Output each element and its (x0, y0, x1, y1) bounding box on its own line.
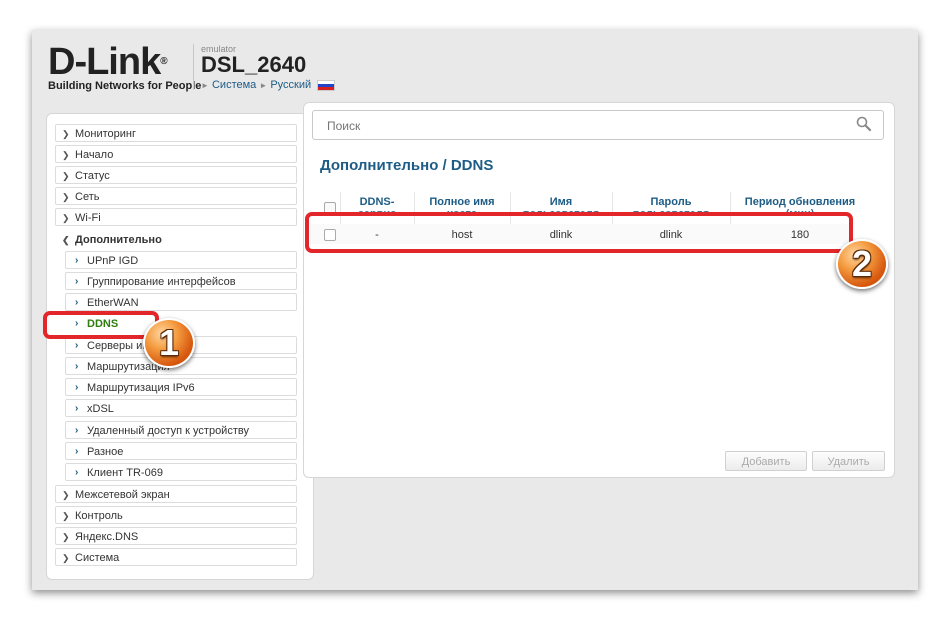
sidebar-item-advanced[interactable]: ❮ Дополнительно (55, 230, 297, 248)
sidebar-item-label: xDSL (87, 403, 114, 415)
sidebar-item-label: Мониторинг (75, 128, 137, 140)
highlight-ddns-menu (43, 311, 159, 339)
chevron-right-icon: › (75, 425, 79, 436)
sidebar-item-label: Система (75, 552, 120, 564)
language-link[interactable]: Русский (270, 79, 311, 91)
search-input[interactable] (325, 112, 829, 140)
collapse-icon: ❮ (62, 235, 70, 245)
sidebar-item-tr069[interactable]: › Клиент TR-069 (65, 463, 297, 481)
sidebar-item-system[interactable]: ❯ Система (55, 548, 297, 566)
sidebar-item-label: Начало (75, 149, 114, 161)
sidebar-item-status[interactable]: ❯ Статус (55, 166, 297, 184)
dlink-logo: D-Link® Building Networks for People (48, 41, 202, 92)
chevron-right-icon: › (75, 255, 79, 266)
sidebar-item-upnp[interactable]: › UPnP IGD (65, 251, 297, 269)
sidebar-item-label: Контроль (75, 510, 123, 522)
sidebar-item-label: Статус (75, 170, 110, 182)
sidebar-item-label: EtherWAN (87, 297, 139, 309)
sidebar-item-monitoring[interactable]: ❯ Мониторинг (55, 124, 297, 142)
expand-icon: ❯ (62, 553, 70, 563)
chevron-right-icon: › (75, 276, 79, 287)
russian-flag-icon[interactable] (317, 79, 336, 91)
add-button[interactable]: Добавить (725, 451, 807, 471)
sidebar-item-label: Межсетевой экран (75, 489, 170, 501)
sidebar-item-remote-access[interactable]: › Удаленный доступ к устройству (65, 421, 297, 439)
logo-tagline: Building Networks for People (48, 80, 202, 92)
sidebar-item-label: Wi-Fi (75, 212, 101, 224)
header-links: ► Система ► Русский (201, 79, 336, 91)
arrow-right-icon: ► (259, 81, 268, 90)
sidebar-item-label: Удаленный доступ к устройству (87, 425, 249, 437)
column-header-line1: DDNS- (359, 196, 395, 208)
highlight-ddns-row (305, 212, 853, 253)
column-header-line1: Имя (549, 196, 573, 208)
model-info: emulator DSL_2640 ► Система ► Русский (201, 44, 336, 91)
sidebar-item-control[interactable]: ❯ Контроль (55, 506, 297, 524)
column-header-line1: Пароль (650, 196, 692, 208)
expand-icon: ❯ (62, 129, 70, 139)
sidebar-item-label: Сеть (75, 191, 100, 203)
sidebar-item-xdsl[interactable]: › xDSL (65, 399, 297, 417)
step-badge-1: 1 (143, 318, 195, 368)
expand-icon: ❯ (62, 213, 70, 223)
expand-icon: ❯ (62, 490, 70, 500)
sidebar-item-label: Маршрутизация IPv6 (87, 382, 195, 394)
sidebar-item-etherwan[interactable]: › EtherWAN (65, 293, 297, 311)
expand-icon: ❯ (62, 192, 70, 202)
expand-icon: ❯ (62, 511, 70, 521)
expand-icon: ❯ (62, 532, 70, 542)
chevron-right-icon: › (75, 297, 79, 308)
sidebar-item-label: Группирование интерфейсов (87, 276, 236, 288)
search-icon[interactable] (855, 115, 873, 133)
sidebar-item-yandex-dns[interactable]: ❯ Яндекс.DNS (55, 527, 297, 545)
expand-icon: ❯ (62, 171, 70, 181)
chevron-right-icon: › (75, 382, 79, 393)
model-name: DSL_2640 (201, 52, 307, 77)
search-box (312, 110, 884, 140)
chevron-right-icon: › (75, 340, 79, 351)
sidebar-item-label: UPnP IGD (87, 255, 139, 267)
sidebar-item-network[interactable]: ❯ Сеть (55, 187, 297, 205)
system-link[interactable]: Система (212, 79, 256, 91)
sidebar-item-label: Клиент TR-069 (87, 467, 163, 479)
sidebar-item-firewall[interactable]: ❯ Межсетевой экран (55, 485, 297, 503)
sidebar-item-routing-ipv6[interactable]: › Маршрутизация IPv6 (65, 378, 297, 396)
page-title: Дополнительно / DDNS (320, 157, 494, 174)
sidebar-item-label: Разное (87, 446, 124, 458)
expand-icon: ❯ (62, 150, 70, 160)
logo-text: D-Link (48, 41, 161, 83)
chevron-right-icon: › (75, 361, 79, 372)
sidebar-item-start[interactable]: ❯ Начало (55, 145, 297, 163)
sidebar-item-label: Дополнительно (75, 234, 162, 246)
chevron-right-icon: › (75, 403, 79, 414)
chevron-right-icon: › (75, 446, 79, 457)
header-divider (193, 44, 194, 90)
sidebar-item-interface-grouping[interactable]: › Группирование интерфейсов (65, 272, 297, 290)
delete-button[interactable]: Удалить (812, 451, 885, 471)
arrow-right-icon: ► (201, 81, 209, 90)
column-header-line1: Полное имя (429, 196, 495, 208)
step-badge-2: 2 (836, 239, 888, 289)
logo-registered-mark: ® (160, 56, 167, 67)
sidebar-item-wifi[interactable]: ❯ Wi-Fi (55, 208, 297, 226)
sidebar-item-misc[interactable]: › Разное (65, 442, 297, 460)
sidebar-item-label: Яндекс.DNS (75, 531, 139, 543)
column-header-line1: Период обновления (744, 196, 856, 208)
chevron-right-icon: › (75, 467, 79, 478)
